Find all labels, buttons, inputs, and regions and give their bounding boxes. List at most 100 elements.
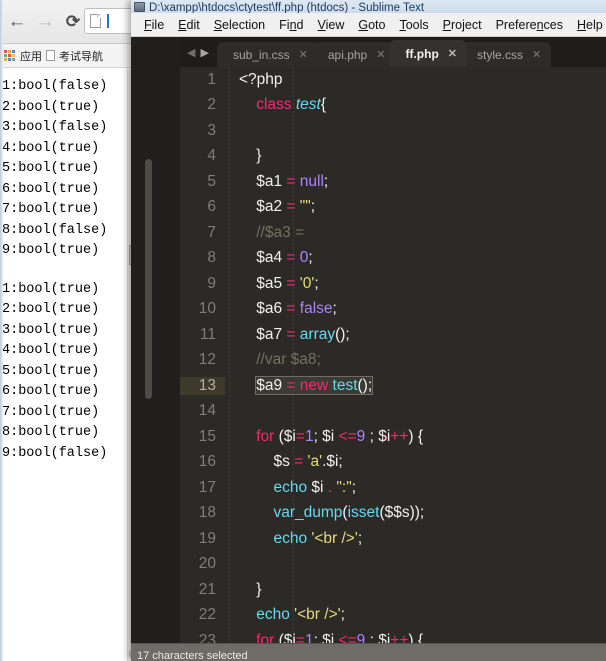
code-text: for ($i=1; $i <=9 ; $i++) { xyxy=(256,631,424,643)
sublime-app-icon xyxy=(134,2,145,12)
code-line[interactable]: 10 $a6 = false; xyxy=(180,297,606,323)
code-line[interactable]: 6 $a2 = ""; xyxy=(180,195,606,221)
menu-item-file[interactable]: File xyxy=(137,16,171,34)
chevron-right-icon[interactable]: ▶ xyxy=(200,48,208,59)
code-line[interactable]: 20 xyxy=(180,552,606,578)
tab-style-css[interactable]: style.css ✕ xyxy=(461,42,552,67)
text-caret xyxy=(107,14,109,28)
code-line[interactable]: 21 } xyxy=(180,577,606,603)
code-line[interactable]: 5 $a1 = null; xyxy=(180,169,606,195)
menu-item-preferences[interactable]: Preferences xyxy=(489,16,570,34)
menu-item-edit[interactable]: Edit xyxy=(171,16,207,34)
code-text: $a6 = false; xyxy=(239,300,337,318)
code-line[interactable]: 15 for ($i=1; $i <=9 ; $i++) { xyxy=(180,424,606,450)
close-icon[interactable]: ✕ xyxy=(448,47,457,60)
address-bar[interactable] xyxy=(84,8,138,34)
window-edge xyxy=(0,0,3,661)
code-line[interactable]: 11 $a7 = array(); xyxy=(180,322,606,348)
output-line: 7:bool(true) xyxy=(2,202,100,217)
page-icon xyxy=(46,50,55,61)
menu-item-help[interactable]: Help xyxy=(570,16,606,34)
output-line: 9:bool(false) xyxy=(2,445,108,461)
output-line: 6:bool(true) xyxy=(2,181,100,197)
tab-label: style.css xyxy=(477,47,524,62)
close-icon[interactable]: ✕ xyxy=(376,48,385,61)
menu-item-goto[interactable]: Goto xyxy=(351,16,392,34)
output-line: 6:bool(true) xyxy=(2,384,100,399)
code-editor[interactable]: 1 <?php 2 class test{3 4 } 5 $a1 = null; 6 $a… xyxy=(180,67,606,643)
output-line: 3:bool(true) xyxy=(2,322,100,338)
tab-scroll-arrows[interactable]: ◀ ▶ xyxy=(180,48,217,67)
status-bar: 17 characters selected xyxy=(131,643,606,661)
chevron-left-icon[interactable]: ◀ xyxy=(187,48,195,59)
code-line[interactable]: 9 $a5 = '0'; xyxy=(180,271,606,297)
code-line[interactable]: 7 //$a3 = xyxy=(180,220,606,246)
menu-item-view[interactable]: View xyxy=(310,16,351,34)
tab-sub_in-css[interactable]: sub_in.css ✕ xyxy=(216,42,318,67)
code-line[interactable]: 16 $s = 'a'.$i; xyxy=(180,450,606,476)
line-number: 19 xyxy=(198,529,216,547)
line-number: 1 xyxy=(207,70,216,88)
line-number: 9 xyxy=(207,274,216,292)
line-number: 13 xyxy=(180,376,225,395)
code-text: //$a3 = xyxy=(239,223,305,241)
sublime-text-window: D:\xampp\htdocs\ctytest\ff.php (htdocs) … xyxy=(131,0,606,661)
code-line[interactable]: 14 xyxy=(180,399,606,425)
code-line[interactable]: 12 //var $a8; xyxy=(180,348,606,374)
code-text: //var $a8; xyxy=(239,351,321,369)
line-number: 21 xyxy=(198,580,216,598)
code-text: $s = 'a'.$i; xyxy=(239,453,343,471)
menu-item-find[interactable]: Find xyxy=(272,16,310,34)
menu-item-tools[interactable]: Tools xyxy=(392,16,435,34)
reload-icon[interactable]: ⟳ xyxy=(60,8,86,34)
apps-grid-icon[interactable] xyxy=(4,49,16,62)
line-number: 6 xyxy=(207,198,216,216)
code-line[interactable]: 1 <?php xyxy=(180,67,606,93)
bookmarks-bar: 应用 考试导航 xyxy=(0,44,140,68)
code-line[interactable]: 3 xyxy=(180,118,606,144)
page-content: 1:bool(false) 2:bool(true) 3:bool(false) 4:… xyxy=(0,69,140,661)
var-dump-output-block-1: 1:bool(false) 2:bool(true) 3:bool(false) 4:… xyxy=(2,77,140,262)
code-line[interactable]: 23 for ($i=1; $i <=9 ; $i++) { xyxy=(180,628,606,643)
tab-api-php[interactable]: api.php ✕ xyxy=(311,42,396,67)
forward-icon[interactable]: → xyxy=(32,8,58,34)
menu-item-project[interactable]: Project xyxy=(436,16,489,34)
code-text: $a2 = ""; xyxy=(239,198,316,216)
sidebar-scrollbar-thumb[interactable] xyxy=(145,159,152,399)
close-icon[interactable]: ✕ xyxy=(532,48,541,61)
menu-item-selection[interactable]: Selection xyxy=(207,16,272,34)
line-number: 8 xyxy=(207,249,216,267)
code-text: $a4 = 0; xyxy=(239,249,313,267)
line-number: 4 xyxy=(207,147,216,165)
line-number: 18 xyxy=(198,504,216,522)
close-icon[interactable]: ✕ xyxy=(299,48,308,61)
tab-label: api.php xyxy=(327,47,368,62)
line-number: 5 xyxy=(207,172,216,190)
output-line: 4:bool(true) xyxy=(2,140,100,156)
code-line[interactable]: 17 echo $i . ":"; xyxy=(180,475,606,501)
bookmark-item-apps[interactable]: 应用 xyxy=(20,48,42,64)
code-line[interactable]: 13 $a9 = new test(); xyxy=(180,373,606,399)
code-text: class test{ xyxy=(256,96,327,114)
output-spacer xyxy=(2,262,140,280)
code-line[interactable]: 18 var_dump(isset($$s)); xyxy=(180,501,606,527)
bookmark-item-exam-nav[interactable]: 考试导航 xyxy=(59,48,103,64)
output-line: 1:bool(true) xyxy=(2,281,100,297)
line-number: 3 xyxy=(207,121,216,139)
code-line[interactable]: 22 echo '<br />'; xyxy=(180,603,606,629)
code-line[interactable]: 4 } xyxy=(180,144,606,170)
output-line: 5:bool(true) xyxy=(2,363,100,379)
code-text: echo $i . ":"; xyxy=(273,478,357,496)
code-text: echo '<br />'; xyxy=(273,529,363,547)
code-line[interactable]: 2 class test{ xyxy=(180,93,606,119)
tab-ff-php[interactable]: ff.php ✕ xyxy=(389,40,467,67)
code-text: var_dump(isset($$s)); xyxy=(273,504,425,522)
code-lines: 1 <?php 2 class test{3 4 } 5 $a1 = null; 6 $a… xyxy=(180,67,606,643)
code-text: for ($i=1; $i <=9 ; $i++) { xyxy=(256,427,424,445)
code-line[interactable]: 8 $a4 = 0; xyxy=(180,246,606,272)
code-text: <?php xyxy=(239,70,283,88)
back-icon[interactable]: ← xyxy=(4,8,30,34)
screen: ← → ⟳ 应用 考试导航 1:bool(false) 2:bool(true) 3… xyxy=(0,0,606,661)
code-line[interactable]: 19 echo '<br />'; xyxy=(180,526,606,552)
tab-label: ff.php xyxy=(405,46,439,61)
